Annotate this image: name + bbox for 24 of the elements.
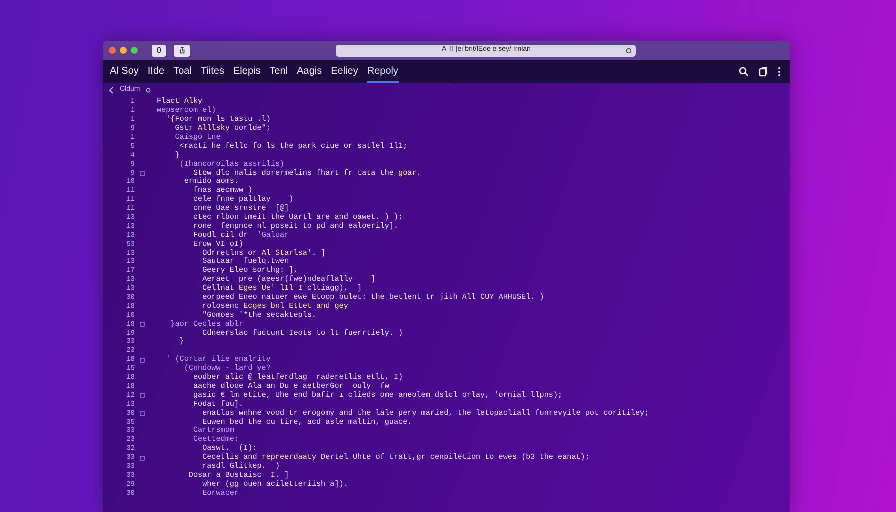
share-icon xyxy=(178,47,186,54)
back-icon[interactable] xyxy=(109,86,114,94)
fold-icon[interactable] xyxy=(140,322,144,328)
tab[interactable]: IIde xyxy=(148,60,165,83)
search-icon[interactable] xyxy=(739,66,749,76)
fold-icon[interactable] xyxy=(140,411,144,416)
tab[interactable]: Eeliey xyxy=(331,60,358,83)
circle-icon xyxy=(146,88,152,92)
share-button[interactable] xyxy=(174,44,190,56)
copy-icon[interactable] xyxy=(759,66,768,76)
tab[interactable]: Repoly xyxy=(367,60,398,83)
tab[interactable]: Tiites xyxy=(200,60,224,83)
more-icon[interactable] xyxy=(778,66,781,76)
reload-icon[interactable] xyxy=(626,48,632,54)
fold-icon[interactable] xyxy=(140,456,144,461)
tab[interactable]: Toal xyxy=(174,60,192,83)
toolbar-button[interactable]: 0 xyxy=(152,44,166,56)
fold-icon[interactable] xyxy=(140,393,144,398)
fold-icon[interactable] xyxy=(140,171,144,176)
fold-icon[interactable] xyxy=(140,358,144,363)
tab[interactable]: Tenl xyxy=(270,60,288,83)
tab[interactable]: Al Soy xyxy=(110,60,139,83)
tab[interactable]: Aagis xyxy=(297,60,322,83)
tab[interactable]: Elepis xyxy=(233,60,261,83)
